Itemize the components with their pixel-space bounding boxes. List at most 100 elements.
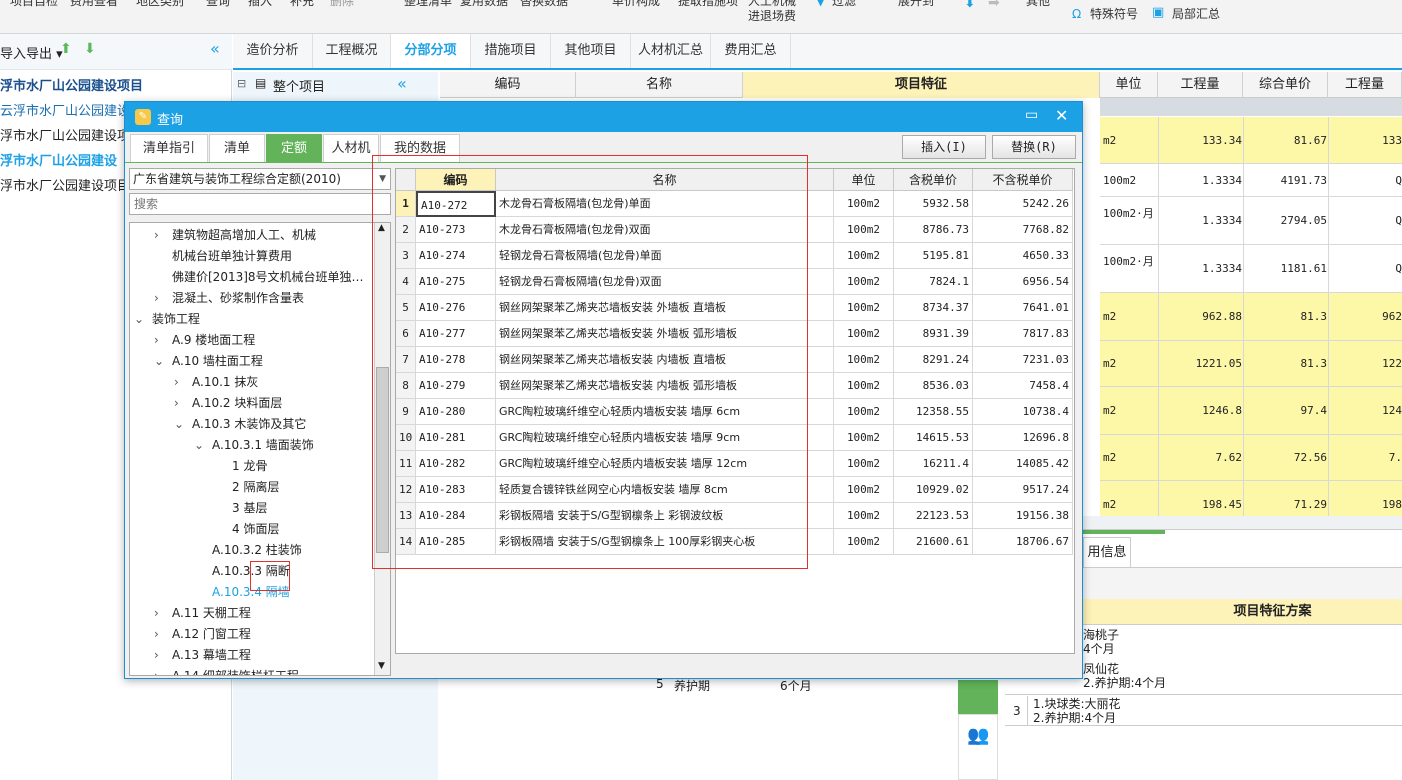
dialog-tab-2[interactable]: 定额 [266,134,322,162]
grid-cell-unit[interactable]: 100m2 [834,347,894,373]
tree-root-label[interactable]: 整个项目 [273,76,325,95]
tree-toggle-icon[interactable]: › [154,290,159,306]
toolbar-insert[interactable]: 插入 [248,0,272,8]
tree-node[interactable]: A.10.2 块料面层 [192,395,282,411]
project-item[interactable]: 浮市水厂山公园建设项目 [0,75,143,94]
tree-toggle-icon[interactable]: › [154,668,159,675]
tree-toggle-icon[interactable]: › [154,605,159,621]
project-item[interactable]: 浮市水厂公园建设项目 [0,175,130,194]
grid-cell-unit[interactable]: 100m2 [834,399,894,425]
tab-0[interactable]: 造价分析 [233,34,313,68]
grid-cell-p2[interactable]: 7641.01 [973,295,1073,321]
tree-toggle-icon[interactable]: › [174,374,179,390]
tree-node[interactable]: A.10.3.1 墙面装饰 [212,437,314,453]
toolbar-extract[interactable]: 提取措施项 [678,0,738,8]
grid-cell-unit[interactable]: 100m2 [834,295,894,321]
tree-node[interactable]: A.14 细部装饰栏杆工程 [172,668,299,675]
tree-node[interactable]: 建筑物超高增加人工、机械 [172,227,316,243]
grid-cell-p2[interactable]: 7768.82 [973,217,1073,243]
grid-cell-p1[interactable]: 8291.24 [894,347,973,373]
grid-cell-unit[interactable]: 100m2 [834,373,894,399]
grid-cell-p2[interactable]: 7231.03 [973,347,1073,373]
arrow-down-icon[interactable]: ⬇ [964,0,976,10]
grid-cell-p1[interactable]: 7824.1 [894,269,973,295]
tree-toggle-icon[interactable]: ⌄ [134,311,144,327]
grid-cell-p2[interactable]: 6956.54 [973,269,1073,295]
move-down-icon[interactable]: ⬇ [84,41,96,57]
tab-4[interactable]: 其他项目 [551,34,631,68]
tree-toggle-icon[interactable]: › [174,395,179,411]
toolbar-fee-view[interactable]: 费用查看 [70,0,118,8]
grid-cell-p1[interactable]: 12358.55 [894,399,973,425]
tree-node[interactable]: 3 基层 [232,500,267,516]
grid-cell-unit[interactable]: 100m2 [834,217,894,243]
tree-toggle-icon[interactable]: ⌄ [174,416,184,432]
side-tab-green[interactable] [958,680,998,714]
toolbar-unit-price[interactable]: 单价构成 [612,0,660,8]
collapse-mid-icon[interactable]: « [397,74,407,93]
grid-cell-unit[interactable]: 100m2 [834,269,894,295]
tree-node[interactable]: A.10 墙柱面工程 [172,353,263,369]
dialog-tab-3[interactable]: 人材机 [323,134,379,162]
col-qty2[interactable]: 工程量 [1328,72,1402,98]
toolbar-self-check[interactable]: 项目自检 [10,0,58,8]
tree-node[interactable]: 1 龙骨 [232,458,267,474]
splitter-handle[interactable] [1083,530,1165,534]
table-row[interactable]: m2 133.34 81.67 133 [1100,117,1402,164]
toolbar-query[interactable]: 查询 [206,0,230,8]
tree-node[interactable]: 佛建价[2013]8号文机械台班单独… [172,269,364,285]
table-row[interactable]: m2 962.88 81.3 962 [1100,293,1402,341]
scroll-down-icon[interactable]: ▼ [378,661,385,671]
toolbar-filter[interactable]: 过滤 [832,0,856,8]
col-unit[interactable]: 单位 [1100,72,1158,98]
tab-usage-info[interactable]: 用信息 [1083,537,1131,567]
toolbar-labor[interactable]: 人工机械 [748,0,796,8]
tree-toggle-icon[interactable]: ⌄ [194,437,204,453]
table-row[interactable]: 100m2 1.3334 4191.73 Q [1100,164,1402,197]
tab-6[interactable]: 费用汇总 [711,34,791,68]
grid-cell-p1[interactable]: 8786.73 [894,217,973,243]
replace-button[interactable]: 替换(R) [992,135,1076,159]
col-name[interactable]: 名称 [576,72,743,98]
table-row[interactable]: 100m2·月 1.3334 2794.05 Q [1100,197,1402,245]
tree-node[interactable]: A.10.3 木装饰及其它 [192,416,306,432]
collapse-toggle-icon[interactable]: ⊟ [237,77,246,90]
col-feature[interactable]: 项目特征 [743,72,1100,98]
grid-cell-p2[interactable]: 10738.4 [973,399,1073,425]
table-row[interactable]: m2 1246.8 97.4 124 [1100,387,1402,435]
grid-cell-p1[interactable]: 5932.58 [894,191,973,217]
move-up-icon[interactable]: ⬆ [60,41,72,57]
col-qty[interactable]: 工程量 [1158,72,1243,98]
tab-1[interactable]: 工程概况 [313,34,391,68]
project-item[interactable]: 浮市水厂山公园建设 [0,150,117,169]
tree-node[interactable]: 机械台班单独计算费用 [172,248,292,264]
tree-node[interactable]: A.10.3.2 柱装饰 [212,542,302,558]
grid-cell-unit[interactable]: 100m2 [834,191,894,217]
toolbar-partial-sum[interactable]: 局部汇总 [1172,7,1220,21]
grid-cell-p1[interactable]: 8931.39 [894,321,973,347]
tree-node[interactable]: 装饰工程 [152,311,200,327]
table-row[interactable]: m2 7.62 72.56 7. [1100,435,1402,481]
grid-cell-p2[interactable]: 9517.24 [973,477,1073,503]
grid-col-3[interactable]: 单位 [834,169,894,191]
table-row[interactable]: 100m2·月 1.3334 1181.61 Q [1100,245,1402,293]
grid-cell-unit[interactable]: 100m2 [834,451,894,477]
collapse-left-icon[interactable]: « [210,39,220,58]
grid-cell-p2[interactable]: 5242.26 [973,191,1073,217]
tab-5[interactable]: 人材机汇总 [631,34,711,68]
grid-cell-p1[interactable]: 22123.53 [894,503,973,529]
grid-cell-unit[interactable]: 100m2 [834,477,894,503]
dialog-titlebar[interactable]: ✎ 查询 ▭ ✕ [125,102,1082,132]
grid-col-5[interactable]: 不含税单价 [973,169,1073,191]
grid-cell-p1[interactable]: 8734.37 [894,295,973,321]
maximize-icon[interactable]: ▭ [1025,107,1038,123]
tree-toggle-icon[interactable]: › [154,647,159,663]
grid-cell-p2[interactable]: 7817.83 [973,321,1073,347]
tree-node[interactable]: 2 隔离层 [232,479,279,495]
grid-cell-p2[interactable]: 7458.4 [973,373,1073,399]
toolbar-entry-exit[interactable]: 进退场费 [748,9,796,23]
toolbar-expand[interactable]: 展开到 [898,0,934,8]
grid-cell-p1[interactable]: 14615.53 [894,425,973,451]
toolbar-organize[interactable]: 整理清单 [404,0,452,8]
scheme-row-3[interactable]: 3 1.块球类:大丽花 2.养护期:4个月 [1005,694,1402,726]
